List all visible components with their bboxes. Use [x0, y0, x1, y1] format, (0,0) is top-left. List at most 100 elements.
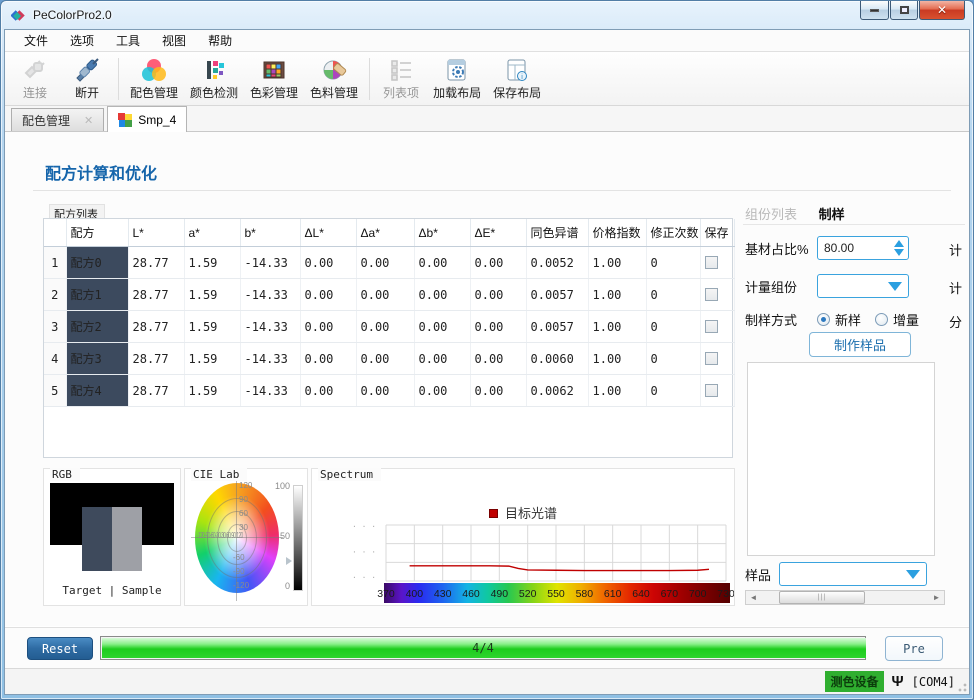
lightness-bar: [293, 485, 303, 591]
value-cell-7: 0.0062: [526, 374, 589, 407]
table-row[interactable]: 5 配方4 28.77 1.59 -14.33 0.00 0.00 0.00 0.00 0.006…: [44, 374, 735, 407]
client-area: 文件 选项 工具 视图 帮助 连接 断开 配色管理 颜色检测 色彩管理 色料管理 列表项 加载布局 i 保…: [4, 29, 970, 695]
save-checkbox[interactable]: [704, 384, 718, 397]
sample-combobox[interactable]: [779, 562, 927, 586]
scroll-right-icon[interactable]: ►: [929, 591, 944, 604]
toolbar-button-3[interactable]: 颜色检测: [184, 54, 244, 104]
column-header-9[interactable]: 价格指数: [588, 219, 647, 247]
sample-making-panel: 组份列表 制样 基材占比% 80.00 计量组份 制样方式 新样 增量 制作样品…: [743, 204, 965, 624]
page-title: 配方计算和优化: [45, 166, 158, 183]
scroll-left-icon[interactable]: ◄: [746, 591, 761, 604]
value-cell-5: 0.00: [414, 310, 471, 343]
menu-item-0[interactable]: 文件: [13, 30, 59, 52]
table-row[interactable]: 1 配方0 28.77 1.59 -14.33 0.00 0.00 0.00 0.00 0.005…: [44, 246, 735, 279]
toolbar-button-label: 配色管理: [130, 85, 179, 100]
lab-tick-label: 60: [239, 509, 248, 518]
svg-text:580: 580: [576, 588, 594, 600]
recipe-name-cell[interactable]: 配方4: [66, 374, 129, 407]
column-header-3[interactable]: b*: [240, 219, 301, 247]
value-cell-8: 1.00: [588, 246, 647, 279]
radio-increment[interactable]: [875, 313, 889, 326]
sample-listbox[interactable]: [747, 362, 935, 556]
tab-make-sample[interactable]: 制样: [819, 207, 845, 222]
table-row[interactable]: 4 配方3 28.77 1.59 -14.33 0.00 0.00 0.00 0.00 0.006…: [44, 342, 735, 375]
window-title: PeColorPro2.0: [33, 8, 112, 22]
save-checkbox[interactable]: [704, 256, 718, 269]
plug-connect-icon: [22, 57, 48, 83]
title-divider: [33, 190, 951, 191]
svg-text:640: 640: [632, 588, 650, 600]
close-button[interactable]: ✕: [919, 1, 965, 20]
save-layout-icon: i: [504, 57, 530, 83]
row-number: 3: [44, 310, 67, 343]
pre-button[interactable]: Pre: [885, 636, 943, 661]
recipe-name-cell[interactable]: 配方1: [66, 278, 129, 311]
value-cell-7: 0.0057: [526, 310, 589, 343]
table-header-gutter: [44, 219, 67, 247]
spinner-arrows-icon[interactable]: [890, 240, 908, 256]
rgb-panel: Target | Sample RGB: [43, 468, 181, 606]
column-header-6[interactable]: Δb*: [414, 219, 471, 247]
resize-grip[interactable]: [955, 680, 967, 692]
column-header-0[interactable]: 配方: [66, 219, 129, 247]
column-header-4[interactable]: ΔL*: [300, 219, 357, 247]
value-cell-7: 0.0052: [526, 246, 589, 279]
scrollbar-track[interactable]: |||: [761, 591, 929, 604]
minimize-button[interactable]: [860, 1, 889, 20]
recipe-name-cell[interactable]: 配方2: [66, 310, 129, 343]
menu-item-4[interactable]: 帮助: [197, 30, 243, 52]
recipe-name-cell[interactable]: 配方0: [66, 246, 129, 279]
lab-tick-label: 90: [239, 495, 248, 504]
table-row[interactable]: 2 配方1 28.77 1.59 -14.33 0.00 0.00 0.00 0.00 0.005…: [44, 278, 735, 311]
base-ratio-spinner[interactable]: 80.00: [817, 236, 909, 260]
column-header-8[interactable]: 同色异谱: [526, 219, 589, 247]
menu-item-1[interactable]: 选项: [59, 30, 105, 52]
column-header-10[interactable]: 修正次数: [646, 219, 701, 247]
menu-item-3[interactable]: 视图: [151, 30, 197, 52]
table-row[interactable]: 3 配方2 28.77 1.59 -14.33 0.00 0.00 0.00 0.00 0.005…: [44, 310, 735, 343]
toolbar-button-8[interactable]: i 保存布局: [487, 54, 547, 104]
save-checkbox[interactable]: [704, 320, 718, 333]
sample-color-swatch: [112, 507, 142, 571]
radio-increment-label[interactable]: 增量: [893, 310, 919, 329]
value-cell-1: 1.59: [184, 310, 241, 343]
toolbar-button-2[interactable]: 配色管理: [124, 54, 184, 104]
value-cell-8: 1.00: [588, 310, 647, 343]
close-tab-icon[interactable]: ✕: [84, 114, 93, 127]
metering-combobox[interactable]: [817, 274, 909, 298]
title-bar[interactable]: PeColorPro2.0 ✕: [1, 1, 973, 29]
lightness-tick-100: 100: [274, 481, 290, 491]
save-checkbox[interactable]: [704, 352, 718, 365]
tab-component-list[interactable]: 组份列表: [745, 207, 797, 222]
column-header-1[interactable]: L*: [128, 219, 185, 247]
lab-a-axis-ticks: -120-90-60-30 30 60 90 120: [197, 531, 243, 540]
column-header-7[interactable]: ΔE*: [470, 219, 527, 247]
document-tab-1[interactable]: Smp_4: [107, 106, 188, 132]
value-cell-6: 0.00: [470, 278, 527, 311]
document-tab-0[interactable]: 配色管理 ✕: [11, 108, 105, 131]
toolbar-button-6: 列表项: [375, 54, 427, 104]
radio-new-sample[interactable]: [817, 313, 830, 326]
value-cell-4: 0.00: [356, 342, 415, 375]
toolbar-button-4[interactable]: 色彩管理: [244, 54, 304, 104]
menu-item-2[interactable]: 工具: [105, 30, 151, 52]
lab-tick-label: -120: [233, 581, 250, 590]
sample-mode-label: 制样方式: [745, 313, 798, 328]
toolbar-button-1[interactable]: 断开: [61, 54, 113, 104]
column-header-5[interactable]: Δa*: [356, 219, 415, 247]
column-header-11[interactable]: 保存: [700, 219, 735, 247]
tab-underline: [743, 224, 965, 225]
make-sample-button[interactable]: 制作样品: [809, 332, 911, 357]
toolbar-button-7[interactable]: 加载布局: [427, 54, 487, 104]
toolbar-button-5[interactable]: 色料管理: [304, 54, 364, 104]
reset-button[interactable]: Reset: [27, 637, 93, 660]
column-header-2[interactable]: a*: [184, 219, 241, 247]
save-checkbox[interactable]: [704, 288, 718, 301]
maximize-button[interactable]: [890, 1, 918, 20]
value-cell-6: 0.00: [470, 246, 527, 279]
scrollbar-thumb[interactable]: |||: [779, 591, 865, 604]
value-cell-0: 28.77: [128, 342, 185, 375]
recipe-name-cell[interactable]: 配方3: [66, 342, 129, 375]
horizontal-scrollbar[interactable]: ◄ ||| ►: [745, 590, 945, 605]
radio-new-sample-label[interactable]: 新样: [835, 310, 861, 329]
